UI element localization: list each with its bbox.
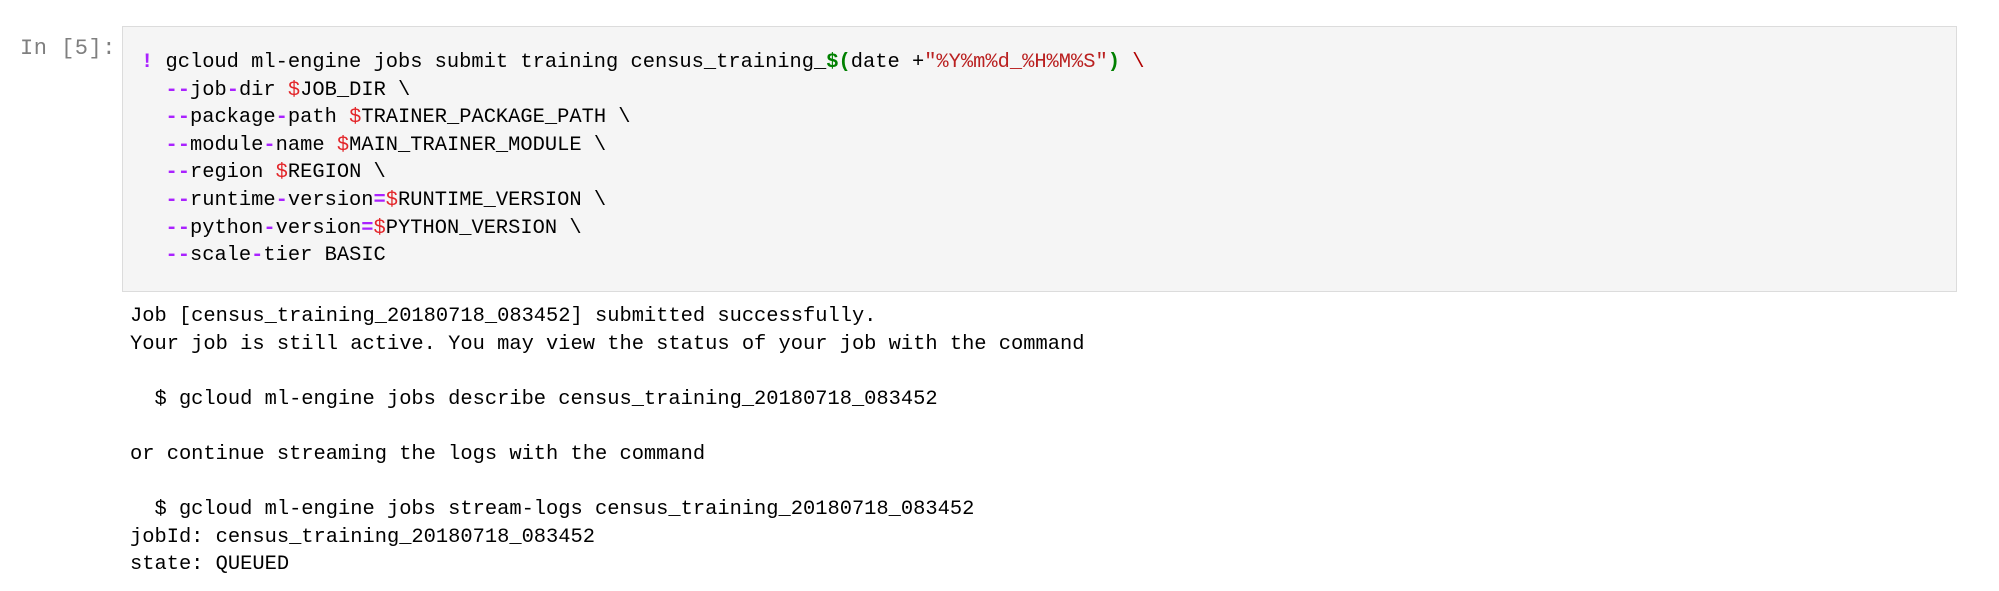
flag-dashes: --	[165, 78, 190, 102]
flag-dashes: --	[165, 216, 190, 240]
equals-sign: =	[361, 216, 374, 240]
arg-space	[263, 161, 275, 184]
input-prompt: In [5]:	[20, 36, 116, 61]
output-line: state: QUEUED	[130, 553, 290, 577]
notebook-cell: In [5]: ! gcloud ml-engine jobs submit t…	[0, 0, 1999, 591]
line-continuation: \	[361, 161, 386, 185]
flag-word-2: path	[287, 106, 337, 130]
code-line-arg: --package-path $TRAINER_PACKAGE_PATH \	[141, 104, 1144, 132]
flag-word: job	[189, 78, 227, 102]
code-line-arg: --runtime-version=$RUNTIME_VERSION \	[141, 187, 1144, 215]
line-continuation: \	[581, 188, 607, 212]
flag-word: module	[189, 133, 264, 157]
output-line: jobId: census_training_20180718_083452	[130, 525, 595, 549]
flag-word: package	[189, 106, 276, 130]
command-text: gcloud ml-engine jobs submit training ce…	[153, 51, 827, 74]
flag-word: scale	[189, 244, 252, 268]
line-continuation: \	[581, 133, 607, 157]
subshell-close: )	[1107, 51, 1120, 74]
output-line: Your job is still active. You may view t…	[130, 332, 1085, 356]
arg-value: REGION	[287, 161, 362, 185]
output-line: $ gcloud ml-engine jobs stream-logs cens…	[130, 498, 975, 522]
arg-value: RUNTIME_VERSION	[398, 188, 582, 212]
flag-hyphen: -	[275, 188, 288, 212]
flag-word-2: tier	[263, 244, 313, 268]
flag-hyphen: -	[263, 216, 276, 240]
variable-dollar: $	[373, 216, 386, 240]
flag-word-2: name	[275, 133, 325, 157]
code-content: ! gcloud ml-engine jobs submit training …	[141, 49, 1144, 270]
code-line-arg: --region $REGION \	[141, 159, 1144, 187]
arg-value: PYTHON_VERSION	[385, 216, 558, 240]
code-line-arg: --module-name $MAIN_TRAINER_MODULE \	[141, 132, 1144, 160]
variable-dollar: $	[287, 78, 301, 102]
code-line-arg: --scale-tier BASIC	[141, 242, 1144, 270]
flag-hyphen: -	[226, 78, 239, 102]
subshell-dollar: $	[826, 51, 839, 74]
flag-dashes: --	[165, 161, 190, 185]
variable-dollar: $	[349, 106, 362, 130]
arg-space	[325, 134, 337, 157]
output-line: Job [census_training_20180718_083452] su…	[130, 305, 877, 328]
variable-dollar: $	[385, 188, 399, 212]
flag-dashes: --	[165, 106, 190, 130]
flag-word: python	[189, 216, 264, 240]
arg-value: BASIC	[324, 244, 386, 268]
line-continuation: \	[385, 78, 411, 102]
arg-value: MAIN_TRAINER_MODULE	[349, 133, 582, 157]
arg-space	[337, 106, 349, 129]
flag-word: region	[189, 161, 264, 185]
flag-word-2: dir	[238, 78, 276, 102]
subshell-open: (	[838, 51, 851, 74]
flag-word-2: version	[287, 188, 374, 212]
arg-value: TRAINER_PACKAGE_PATH	[361, 106, 607, 130]
arg-space	[312, 244, 324, 267]
output-line: $ gcloud ml-engine jobs describe census_…	[130, 387, 938, 411]
equals-sign: =	[373, 188, 386, 212]
code-line-arg: --python-version=$PYTHON_VERSION \	[141, 215, 1144, 243]
flag-word: runtime	[189, 188, 276, 212]
arg-value: JOB_DIR	[300, 78, 386, 102]
line-continuation: \	[606, 106, 631, 130]
flag-hyphen: -	[251, 244, 264, 268]
code-line-command: ! gcloud ml-engine jobs submit training …	[141, 49, 1144, 77]
arg-space	[276, 79, 288, 102]
flag-word-2: version	[275, 216, 362, 240]
flag-hyphen: -	[263, 133, 276, 157]
variable-dollar: $	[275, 161, 288, 185]
flag-dashes: --	[165, 133, 190, 157]
flag-dashes: --	[165, 244, 190, 268]
code-editor[interactable]: ! gcloud ml-engine jobs submit training …	[122, 26, 1957, 292]
variable-dollar: $	[336, 133, 350, 157]
output-line: or continue streaming the logs with the …	[130, 442, 706, 466]
date-command: date +	[850, 51, 925, 74]
flag-dashes: --	[165, 188, 190, 212]
code-line-arg: --job-dir $JOB_DIR \	[141, 77, 1144, 105]
date-format-string: "%Y%m%d_%H%M%S"	[924, 51, 1108, 74]
flag-hyphen: -	[275, 106, 288, 130]
cell-output: Job [census_training_20180718_083452] su…	[130, 303, 1084, 579]
line-continuation: \	[1119, 51, 1145, 74]
shell-bang: !	[141, 51, 154, 74]
line-continuation: \	[557, 216, 582, 240]
